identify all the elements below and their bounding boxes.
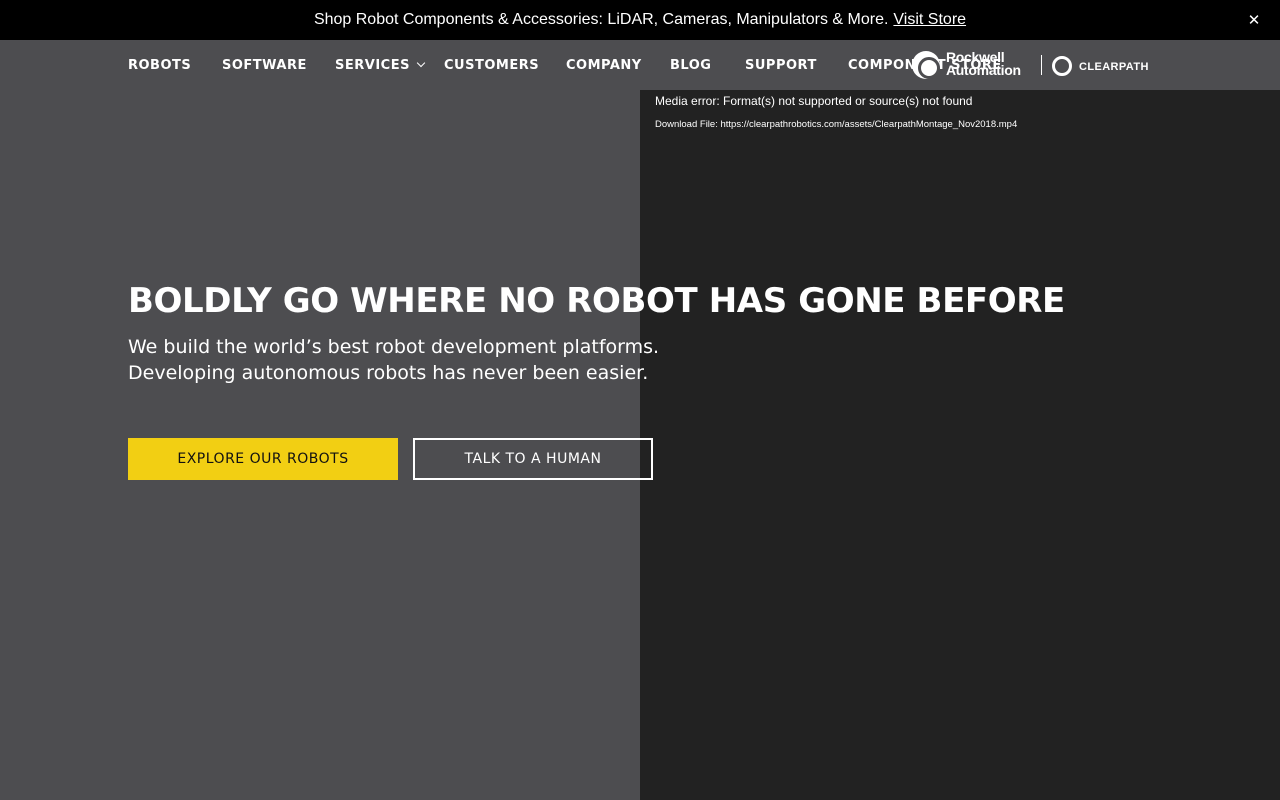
nav-item-label: CUSTOMERS	[444, 58, 540, 73]
hero-subtitle-line2: Developing autonomous robots has never b…	[128, 362, 649, 384]
media-download-link[interactable]: Download File: https://clearpathrobotics…	[655, 119, 1017, 130]
rockwell-mark-icon	[912, 51, 940, 79]
clearpath-logo[interactable]: CLEARPATH	[1052, 54, 1148, 78]
clearpath-mark-icon	[1052, 56, 1072, 76]
logo-divider	[1041, 55, 1042, 75]
nav-item-blog[interactable]: BLOG	[670, 58, 711, 74]
nav-item-label: SERVICES	[335, 58, 410, 73]
nav-item-label: SUPPORT	[745, 58, 817, 73]
talk-to-human-button[interactable]: TALK TO A HUMAN	[413, 438, 653, 480]
close-icon[interactable]: ✕	[1246, 11, 1262, 29]
rockwell-wordmark-line2: Automation	[946, 62, 1021, 78]
nav-item-support[interactable]: SUPPORT	[745, 58, 817, 74]
nav-item-label: COMPANY	[566, 58, 642, 73]
hero-title: BOLDLY GO WHERE NO ROBOT HAS GONE BEFORE	[128, 281, 1065, 321]
nav-item-label: ROBOTS	[128, 58, 192, 73]
nav-item-services[interactable]: SERVICES	[335, 58, 426, 74]
promo-text: Shop Robot Components & Accessories: LiD…	[313, 11, 889, 28]
promo-bar: Shop Robot Components & Accessories: LiD…	[0, 0, 1280, 40]
rockwell-automation-logo[interactable]: Rockwell Automation	[910, 50, 1032, 80]
rockwell-wordmark: Rockwell Automation	[946, 50, 1021, 78]
visit-store-link[interactable]: Visit Store	[893, 11, 966, 29]
nav-item-company[interactable]: COMPANY	[566, 58, 642, 74]
chevron-down-icon	[416, 58, 426, 68]
nav-item-software[interactable]: SOFTWARE	[222, 58, 307, 74]
nav-item-customers[interactable]: CUSTOMERS	[444, 58, 539, 74]
clearpath-wordmark: CLEARPATH	[1079, 61, 1149, 73]
explore-robots-button[interactable]: EXPLORE OUR ROBOTS	[128, 438, 398, 480]
nav-item-label: SOFTWARE	[222, 58, 307, 73]
hero-subtitle-line1: We build the world’s best robot developm…	[128, 336, 660, 358]
nav-item-robots[interactable]: ROBOTS	[128, 58, 191, 74]
media-error-message: Media error: Format(s) not supported or …	[655, 94, 973, 108]
background-video: Media error: Format(s) not supported or …	[640, 90, 1280, 800]
nav-item-label: BLOG	[670, 58, 712, 73]
